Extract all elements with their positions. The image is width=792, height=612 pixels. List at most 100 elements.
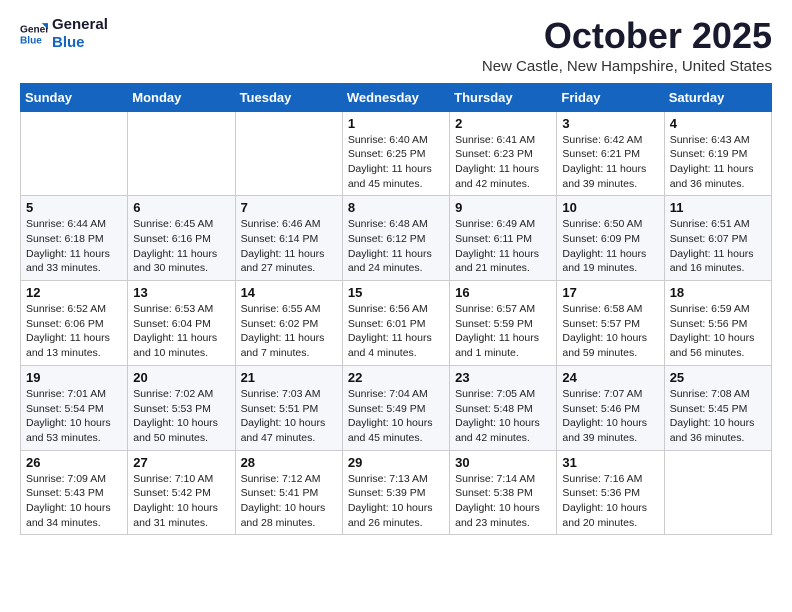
day-cell: 18 Sunrise: 6:59 AM Sunset: 5:56 PM Dayli… — [664, 281, 771, 366]
day-number: 17 — [562, 285, 658, 300]
day-number: 26 — [26, 455, 122, 470]
day-number: 21 — [241, 370, 337, 385]
day-cell: 10 Sunrise: 6:50 AM Sunset: 6:09 PM Dayli… — [557, 196, 664, 281]
location: New Castle, New Hampshire, United States — [482, 58, 772, 75]
day-cell: 20 Sunrise: 7:02 AM Sunset: 5:53 PM Dayli… — [128, 365, 235, 450]
day-info: Sunrise: 6:44 AM Sunset: 6:18 PM Dayligh… — [26, 217, 122, 276]
day-info: Sunrise: 6:40 AM Sunset: 6:25 PM Dayligh… — [348, 133, 444, 192]
logo-general: General — [52, 16, 108, 34]
day-cell — [235, 111, 342, 196]
day-cell: 27 Sunrise: 7:10 AM Sunset: 5:42 PM Dayli… — [128, 450, 235, 535]
day-cell: 23Sunrise: 7:05 AM Sunset: 5:48 PM Dayli… — [450, 365, 557, 450]
day-number: 5 — [26, 200, 122, 215]
day-info: Sunrise: 7:04 AM Sunset: 5:49 PM Dayligh… — [348, 387, 444, 446]
day-number: 25 — [670, 370, 766, 385]
day-info: Sunrise: 6:46 AM Sunset: 6:14 PM Dayligh… — [241, 217, 337, 276]
day-number: 20 — [133, 370, 229, 385]
col-wednesday: Wednesday — [342, 83, 449, 111]
day-number: 4 — [670, 116, 766, 131]
day-number: 18 — [670, 285, 766, 300]
day-cell: 19 Sunrise: 7:01 AM Sunset: 5:54 PM Dayli… — [21, 365, 128, 450]
col-thursday: Thursday — [450, 83, 557, 111]
calendar-table: Sunday Monday Tuesday Wednesday Thursday… — [20, 83, 772, 536]
day-info: Sunrise: 7:14 AM Sunset: 5:38 PM Dayligh… — [455, 472, 551, 531]
day-number: 8 — [348, 200, 444, 215]
header: General Blue General Blue October 2025 N… — [20, 16, 772, 75]
day-number: 12 — [26, 285, 122, 300]
day-info: Sunrise: 7:10 AM Sunset: 5:42 PM Dayligh… — [133, 472, 229, 531]
day-number: 14 — [241, 285, 337, 300]
day-cell: 30 Sunrise: 7:14 AM Sunset: 5:38 PM Dayli… — [450, 450, 557, 535]
day-number: 13 — [133, 285, 229, 300]
week-row-4: 19 Sunrise: 7:01 AM Sunset: 5:54 PM Dayli… — [21, 365, 772, 450]
day-cell: 29Sunrise: 7:13 AM Sunset: 5:39 PM Dayli… — [342, 450, 449, 535]
day-cell: 21Sunrise: 7:03 AM Sunset: 5:51 PM Dayli… — [235, 365, 342, 450]
day-number: 6 — [133, 200, 229, 215]
svg-text:General: General — [20, 24, 48, 35]
day-info: Sunrise: 7:16 AM Sunset: 5:36 PM Dayligh… — [562, 472, 658, 531]
col-tuesday: Tuesday — [235, 83, 342, 111]
day-number: 19 — [26, 370, 122, 385]
page: General Blue General Blue October 2025 N… — [0, 0, 792, 551]
day-cell: 17 Sunrise: 6:58 AM Sunset: 5:57 PM Dayli… — [557, 281, 664, 366]
day-cell: 11Sunrise: 6:51 AM Sunset: 6:07 PM Dayli… — [664, 196, 771, 281]
logo-icon: General Blue — [20, 20, 48, 48]
day-cell: 25 Sunrise: 7:08 AM Sunset: 5:45 PM Dayli… — [664, 365, 771, 450]
col-monday: Monday — [128, 83, 235, 111]
svg-text:Blue: Blue — [20, 35, 42, 46]
day-number: 27 — [133, 455, 229, 470]
col-friday: Friday — [557, 83, 664, 111]
day-cell: 24Sunrise: 7:07 AM Sunset: 5:46 PM Dayli… — [557, 365, 664, 450]
day-info: Sunrise: 6:50 AM Sunset: 6:09 PM Dayligh… — [562, 217, 658, 276]
day-number: 11 — [670, 200, 766, 215]
day-cell: 8 Sunrise: 6:48 AM Sunset: 6:12 PM Daylig… — [342, 196, 449, 281]
day-cell: 1 Sunrise: 6:40 AM Sunset: 6:25 PM Daylig… — [342, 111, 449, 196]
day-info: Sunrise: 6:59 AM Sunset: 5:56 PM Dayligh… — [670, 302, 766, 361]
day-number: 31 — [562, 455, 658, 470]
day-info: Sunrise: 6:45 AM Sunset: 6:16 PM Dayligh… — [133, 217, 229, 276]
day-info: Sunrise: 6:42 AM Sunset: 6:21 PM Dayligh… — [562, 133, 658, 192]
day-info: Sunrise: 6:56 AM Sunset: 6:01 PM Dayligh… — [348, 302, 444, 361]
col-sunday: Sunday — [21, 83, 128, 111]
day-cell: 31 Sunrise: 7:16 AM Sunset: 5:36 PM Dayli… — [557, 450, 664, 535]
day-info: Sunrise: 7:08 AM Sunset: 5:45 PM Dayligh… — [670, 387, 766, 446]
day-info: Sunrise: 7:09 AM Sunset: 5:43 PM Dayligh… — [26, 472, 122, 531]
day-info: Sunrise: 6:58 AM Sunset: 5:57 PM Dayligh… — [562, 302, 658, 361]
col-saturday: Saturday — [664, 83, 771, 111]
day-info: Sunrise: 7:02 AM Sunset: 5:53 PM Dayligh… — [133, 387, 229, 446]
day-cell: 13 Sunrise: 6:53 AM Sunset: 6:04 PM Dayli… — [128, 281, 235, 366]
logo-blue: Blue — [52, 34, 108, 52]
day-number: 22 — [348, 370, 444, 385]
day-number: 2 — [455, 116, 551, 131]
day-info: Sunrise: 7:12 AM Sunset: 5:41 PM Dayligh… — [241, 472, 337, 531]
day-cell — [21, 111, 128, 196]
day-number: 30 — [455, 455, 551, 470]
day-cell: 4Sunrise: 6:43 AM Sunset: 6:19 PM Daylig… — [664, 111, 771, 196]
day-cell: 15 Sunrise: 6:56 AM Sunset: 6:01 PM Dayli… — [342, 281, 449, 366]
week-row-3: 12Sunrise: 6:52 AM Sunset: 6:06 PM Dayli… — [21, 281, 772, 366]
month-title: October 2025 — [482, 16, 772, 56]
day-number: 29 — [348, 455, 444, 470]
week-row-2: 5 Sunrise: 6:44 AM Sunset: 6:18 PM Daylig… — [21, 196, 772, 281]
header-row: Sunday Monday Tuesday Wednesday Thursday… — [21, 83, 772, 111]
day-cell: 3Sunrise: 6:42 AM Sunset: 6:21 PM Daylig… — [557, 111, 664, 196]
day-info: Sunrise: 6:57 AM Sunset: 5:59 PM Dayligh… — [455, 302, 551, 361]
day-number: 7 — [241, 200, 337, 215]
day-cell: 22 Sunrise: 7:04 AM Sunset: 5:49 PM Dayli… — [342, 365, 449, 450]
day-info: Sunrise: 6:48 AM Sunset: 6:12 PM Dayligh… — [348, 217, 444, 276]
day-number: 24 — [562, 370, 658, 385]
day-cell: 16Sunrise: 6:57 AM Sunset: 5:59 PM Dayli… — [450, 281, 557, 366]
day-cell: 12Sunrise: 6:52 AM Sunset: 6:06 PM Dayli… — [21, 281, 128, 366]
day-cell — [128, 111, 235, 196]
day-cell — [664, 450, 771, 535]
week-row-5: 26 Sunrise: 7:09 AM Sunset: 5:43 PM Dayli… — [21, 450, 772, 535]
day-number: 15 — [348, 285, 444, 300]
day-info: Sunrise: 7:01 AM Sunset: 5:54 PM Dayligh… — [26, 387, 122, 446]
day-number: 10 — [562, 200, 658, 215]
day-number: 28 — [241, 455, 337, 470]
day-cell: 5 Sunrise: 6:44 AM Sunset: 6:18 PM Daylig… — [21, 196, 128, 281]
day-info: Sunrise: 6:49 AM Sunset: 6:11 PM Dayligh… — [455, 217, 551, 276]
day-number: 1 — [348, 116, 444, 131]
day-cell: 9Sunrise: 6:49 AM Sunset: 6:11 PM Daylig… — [450, 196, 557, 281]
day-info: Sunrise: 6:53 AM Sunset: 6:04 PM Dayligh… — [133, 302, 229, 361]
